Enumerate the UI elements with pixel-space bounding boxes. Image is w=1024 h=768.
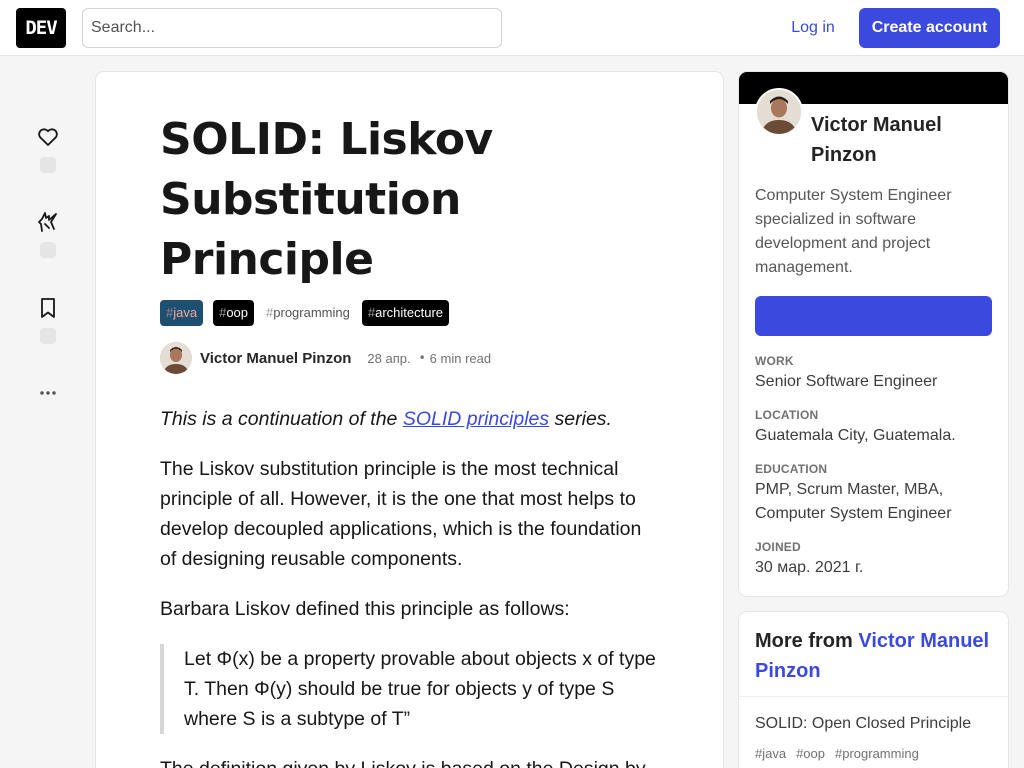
unicorn-icon [38, 212, 57, 232]
article-title: SOLID: Liskov Substitution Principle [160, 114, 493, 285]
more-from-prefix: More from [755, 630, 859, 652]
paragraph: Barbara Liskov defined this principle as… [160, 598, 570, 620]
heart-icon [38, 128, 58, 146]
tag-hash: # [219, 305, 227, 320]
blockquote: Let Φ(x) be a property provable about ob… [160, 644, 660, 734]
tag-hash: # [367, 305, 376, 320]
create-account-button[interactable]: Create account [859, 8, 1000, 48]
work-label: WORK [755, 354, 794, 368]
reaction-unicorn[interactable] [34, 210, 62, 258]
more-from-tag-list: #java #oop #programming [755, 746, 919, 761]
more-tag[interactable]: #java [755, 746, 786, 761]
tag-label: java [173, 305, 198, 320]
profile-bio: Computer System Engineer specialized in … [755, 187, 952, 276]
tag-list: #java #oop #programming #architecture [160, 300, 450, 326]
more-from-card: More from Victor Manuel Pinzon SOLID: Op… [739, 612, 1008, 768]
read-time: 6 min read [429, 350, 492, 366]
more-from-article-link[interactable]: SOLID: Open Closed Principle [755, 715, 971, 733]
education-label: EDUCATION [755, 462, 828, 476]
solid-principles-link[interactable]: SOLID principles [403, 408, 549, 430]
top-header: DEV Log in Create account [0, 0, 1024, 56]
author-avatar[interactable] [160, 342, 192, 374]
location-value: Guatemala City, Guatemala. [755, 427, 956, 444]
dev-logo[interactable]: DEV [16, 8, 66, 48]
tag-programming[interactable]: #programming [264, 300, 352, 326]
more-tag[interactable]: #programming [835, 746, 919, 761]
tag-architecture[interactable]: #architecture [361, 300, 450, 326]
paragraph: The definition given by Liskov is based … [160, 754, 660, 768]
login-link[interactable]: Log in [778, 8, 848, 48]
meta-separator: • [418, 351, 426, 365]
divider [739, 696, 1008, 697]
paragraph: The Liskov substitution principle is the… [160, 458, 642, 570]
follow-button[interactable] [755, 296, 992, 336]
location-label: LOCATION [755, 408, 819, 422]
more-tag[interactable]: #oop [796, 746, 825, 761]
work-value: Senior Software Engineer [755, 373, 938, 390]
tag-oop[interactable]: #oop [213, 300, 255, 326]
intro-prefix: This is a continuation of the [160, 408, 403, 430]
article-body: This is a continuation of the SOLID prin… [160, 404, 660, 768]
more-horizontal-icon [40, 391, 56, 395]
tag-label: architecture [375, 305, 444, 320]
joined-value: 30 мар. 2021 г. [755, 559, 864, 576]
author-profile-card: Victor Manuel Pinzon Computer System Eng… [739, 72, 1008, 596]
intro-paragraph: This is a continuation of the SOLID prin… [160, 404, 660, 434]
heart-count [40, 157, 56, 173]
bookmark-count [40, 328, 56, 344]
publish-date: 28 апр. [367, 350, 411, 366]
tag-label: oop [226, 305, 249, 320]
profile-avatar[interactable] [755, 88, 803, 136]
tag-label: programming [273, 305, 350, 320]
unicorn-count [40, 242, 56, 258]
bookmark-icon [41, 298, 55, 318]
joined-label: JOINED [755, 540, 801, 554]
search-input[interactable] [82, 8, 502, 48]
more-from-heading: More from Victor Manuel Pinzon [755, 626, 992, 686]
tag-hash: # [166, 305, 174, 320]
reaction-bookmark[interactable] [34, 296, 62, 344]
reaction-more[interactable] [34, 381, 62, 405]
intro-suffix: series. [549, 408, 612, 430]
byline: Victor Manuel Pinzon 28 апр. • 6 min rea… [160, 342, 491, 374]
author-name[interactable]: Victor Manuel Pinzon [200, 350, 351, 367]
profile-name[interactable]: Victor Manuel Pinzon [811, 110, 991, 170]
tag-hash: # [266, 305, 274, 320]
tag-java[interactable]: #java [160, 300, 204, 326]
reaction-heart[interactable] [34, 125, 62, 173]
article-card: SOLID: Liskov Substitution Principle #ja… [96, 72, 723, 768]
education-value: PMP, Scrum Master, MBA, Computer System … [755, 481, 952, 522]
